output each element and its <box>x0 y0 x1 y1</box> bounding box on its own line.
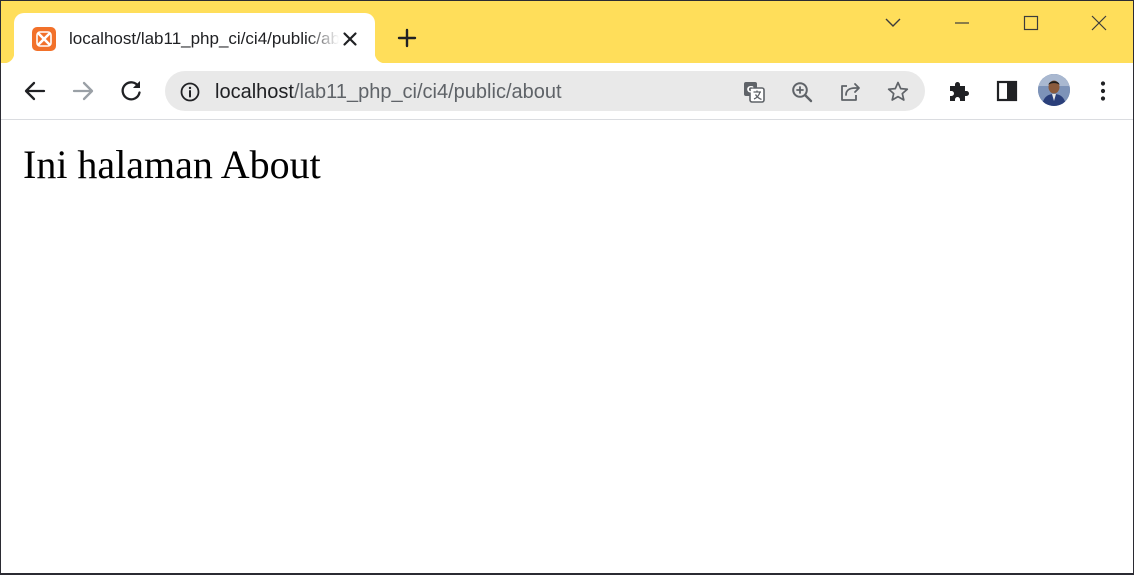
tab-close-icon[interactable] <box>340 29 360 49</box>
svg-text:G: G <box>747 86 754 96</box>
share-icon[interactable] <box>837 79 863 105</box>
browser-toolbar: localhost/lab11_php_ci/ci4/public/about … <box>1 63 1133 120</box>
extensions-puzzle-icon[interactable] <box>945 77 973 105</box>
profile-avatar[interactable] <box>1038 74 1070 106</box>
url-text[interactable]: localhost/lab11_php_ci/ci4/public/about <box>215 80 562 104</box>
translate-icon[interactable]: G <box>741 79 767 105</box>
page-content: Ini halaman About <box>1 120 1133 573</box>
reload-icon[interactable] <box>117 77 145 105</box>
bookmark-star-icon[interactable] <box>885 79 911 105</box>
xampp-icon <box>32 27 56 51</box>
title-bar: localhost/lab11_php_ci/ci4/public/about <box>1 1 1133 63</box>
more-vertical-icon[interactable] <box>1089 77 1117 105</box>
url-path: /lab11_php_ci/ci4/public/about <box>293 81 562 103</box>
url-host: localhost <box>215 81 294 103</box>
tab-search-chevron-icon[interactable] <box>873 7 913 39</box>
maximize-icon[interactable] <box>1011 7 1051 39</box>
window-close-icon[interactable] <box>1079 7 1119 39</box>
new-tab-plus-icon[interactable] <box>395 26 419 50</box>
page-heading: Ini halaman About <box>23 142 321 187</box>
tab-title: localhost/lab11_php_ci/ci4/public/about <box>69 29 339 48</box>
forward-arrow-icon[interactable] <box>69 77 97 105</box>
minimize-icon[interactable] <box>942 7 982 39</box>
back-arrow-icon[interactable] <box>21 77 49 105</box>
zoom-in-icon[interactable] <box>789 79 815 105</box>
site-info-icon[interactable] <box>179 81 201 103</box>
address-bar[interactable]: localhost/lab11_php_ci/ci4/public/about … <box>165 71 925 111</box>
browser-window: localhost/lab11_php_ci/ci4/public/about <box>1 1 1133 573</box>
tab-active[interactable]: localhost/lab11_php_ci/ci4/public/about <box>4 13 385 63</box>
side-panel-icon[interactable] <box>993 77 1021 105</box>
